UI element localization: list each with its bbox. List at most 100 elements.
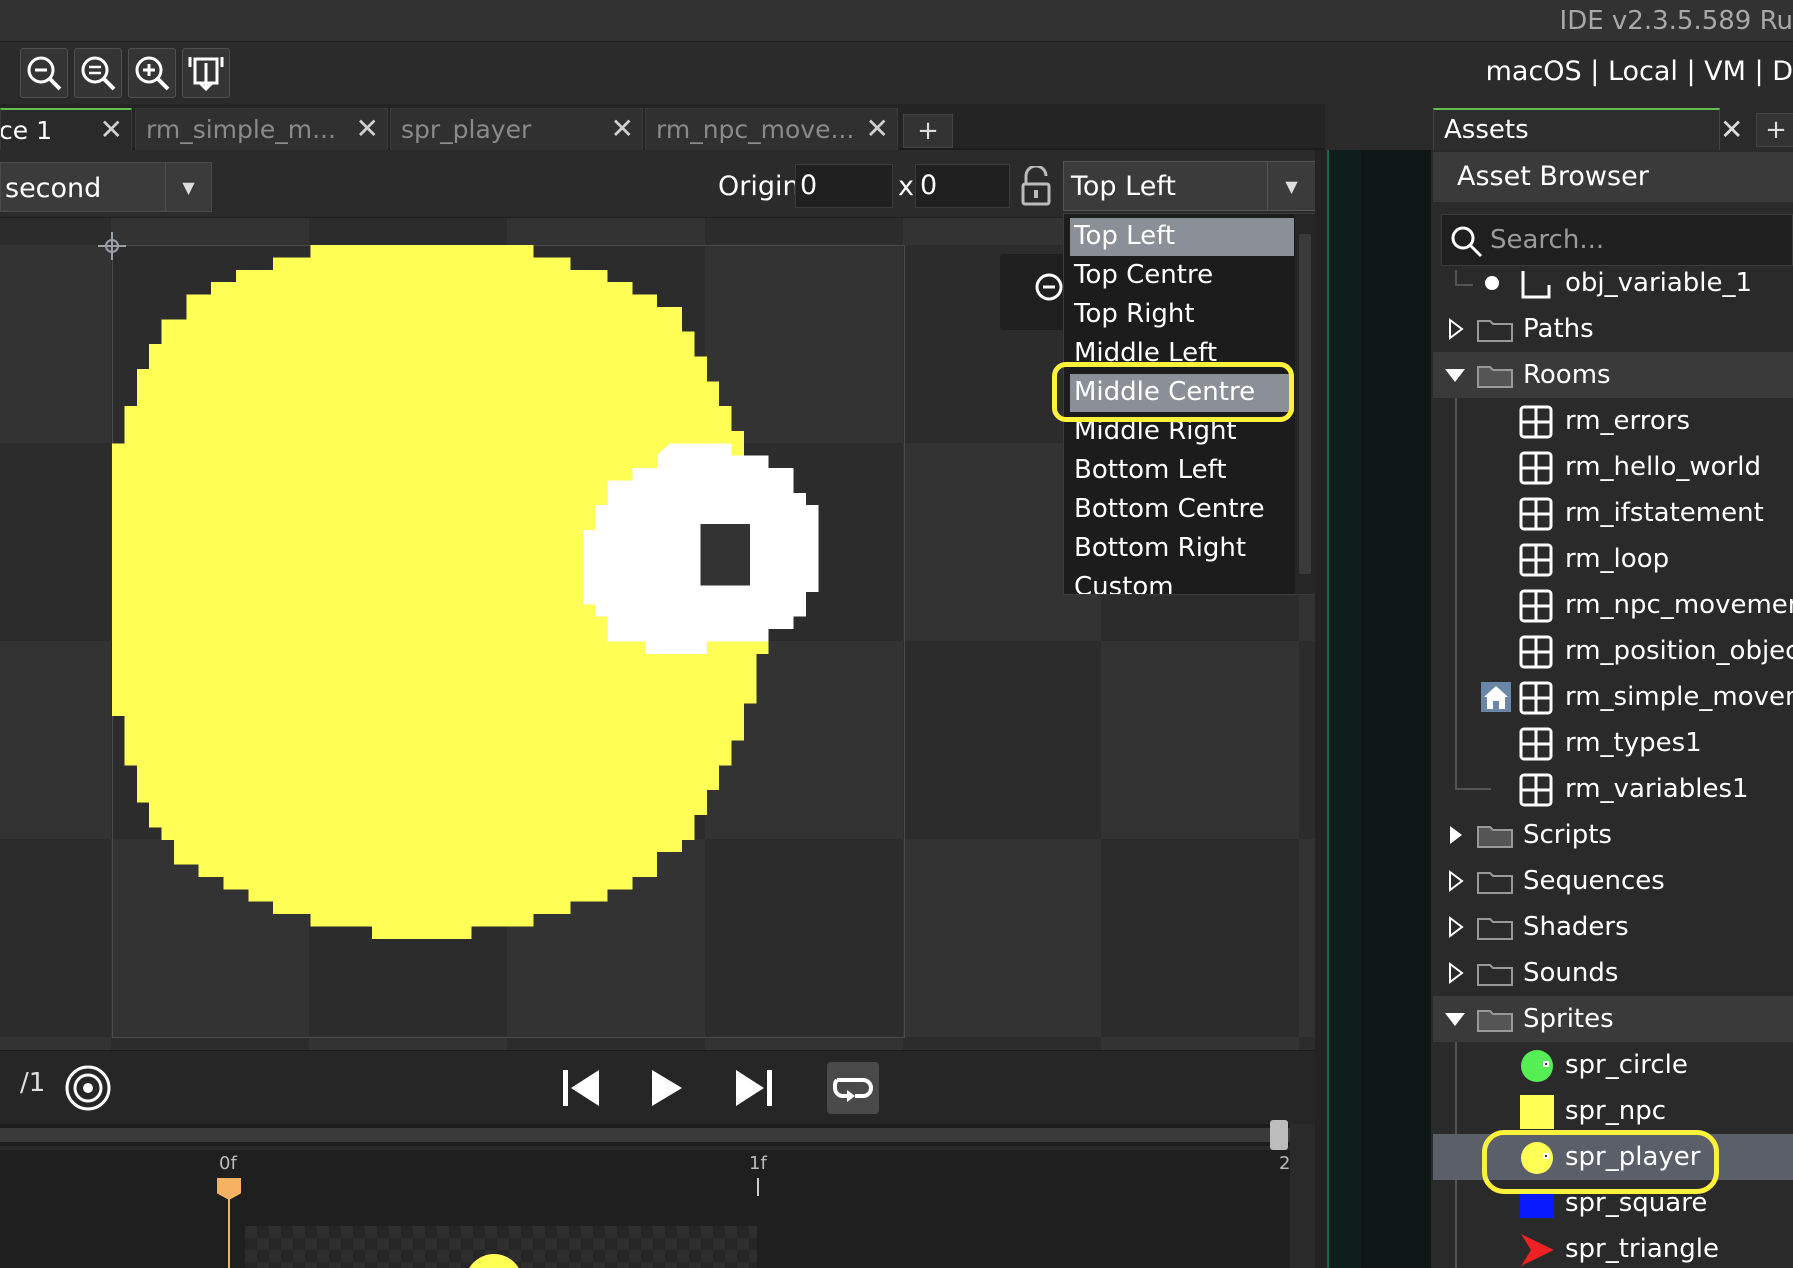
annotation-highlight [1482, 1130, 1719, 1194]
tree-folder-shaders[interactable]: Shaders [1433, 904, 1793, 950]
zoom-out-button[interactable] [20, 48, 68, 98]
tab-label: spr_player [401, 115, 532, 144]
close-icon[interactable]: ✕ [611, 112, 634, 145]
close-icon[interactable]: ✕ [1720, 113, 1743, 146]
tab-sequence[interactable]: ce 1 ✕ [0, 108, 132, 150]
tree-item-obj-variable-1[interactable]: obj_variable_1 [1433, 260, 1793, 306]
tree-folder-paths[interactable]: Paths [1433, 306, 1793, 352]
fit-icon [188, 57, 224, 92]
search-input[interactable] [1490, 219, 1790, 261]
ide-version-text: IDE v2.3.5.589 Ru [1559, 6, 1793, 36]
zoom-reset-button[interactable] [74, 48, 122, 98]
loop-icon[interactable] [827, 1062, 879, 1114]
home-icon [1481, 682, 1511, 712]
tree-item-label: spr_circle [1565, 1050, 1688, 1080]
origin-option-bottom-left[interactable]: Bottom Left [1070, 452, 1294, 490]
scrollbar-thumb[interactable] [1299, 234, 1311, 574]
origin-option-top-left[interactable]: Top Left [1070, 218, 1294, 256]
skip-start-icon[interactable] [555, 1062, 607, 1114]
folder-icon [1477, 872, 1513, 894]
room-icon [1519, 543, 1553, 577]
panel-divider[interactable] [1315, 150, 1327, 1268]
zoom-in-button[interactable] [128, 48, 176, 98]
asset-search[interactable] [1441, 214, 1793, 266]
tree-folder-sequences[interactable]: Sequences [1433, 858, 1793, 904]
tree-item-label: Scripts [1523, 820, 1612, 850]
chevron-right-icon[interactable] [1443, 823, 1467, 847]
onion-skin-icon[interactable] [62, 1062, 114, 1114]
timeline-tick-2: 2 [1279, 1153, 1291, 1174]
sprite-player-image[interactable] [112, 245, 905, 1038]
origin-x-field[interactable]: 0 [795, 164, 893, 208]
tree-item-rm-ifstatement[interactable]: rm_ifstatement [1433, 490, 1793, 536]
chevron-right-icon[interactable] [1443, 915, 1467, 939]
frame-count-text: /1 [20, 1068, 46, 1098]
chevron-down-icon[interactable]: ▼ [1267, 162, 1315, 210]
title-bar: IDE v2.3.5.589 Ru [0, 0, 1793, 42]
timeline-scrollbar[interactable] [0, 1124, 1290, 1146]
chevron-down-icon[interactable] [1443, 1007, 1467, 1031]
chevron-right-icon[interactable] [1443, 869, 1467, 893]
object-icon [1521, 271, 1551, 299]
origin-option-bottom-centre[interactable]: Bottom Centre [1070, 491, 1294, 529]
origin-crosshair-icon[interactable] [98, 232, 126, 260]
close-icon[interactable]: ✕ [100, 113, 123, 146]
frame-select[interactable]: second ▼ [0, 162, 212, 212]
chevron-down-icon[interactable] [1443, 363, 1467, 387]
tree-item-rm-position-object[interactable]: rm_position_object [1433, 628, 1793, 674]
tree-folder-scripts[interactable]: Scripts [1433, 812, 1793, 858]
play-icon[interactable] [640, 1062, 692, 1114]
sprite-green-circle-icon [1521, 1050, 1553, 1082]
tree-item-rm-loop[interactable]: rm_loop [1433, 536, 1793, 582]
unlock-icon[interactable] [1018, 166, 1054, 208]
fit-button[interactable] [182, 48, 230, 98]
origin-option-bottom-right[interactable]: Bottom Right [1070, 530, 1294, 568]
target-platform-text[interactable]: macOS | Local | VM | D [1486, 56, 1793, 87]
tree-folder-sprites[interactable]: Sprites [1433, 996, 1793, 1042]
add-tab-button[interactable]: + [1756, 113, 1793, 147]
tree-item-rm-variables1[interactable]: rm_variables1 [1433, 766, 1793, 812]
room-icon [1519, 681, 1553, 715]
annotation-highlight [1052, 362, 1294, 422]
asset-browser-header: Asset Browser [1433, 152, 1793, 202]
origin-option-top-centre[interactable]: Top Centre [1070, 257, 1294, 295]
room-icon [1519, 727, 1553, 761]
dropdown-scrollbar[interactable] [1295, 214, 1315, 594]
tree-item-rm-npc-movement[interactable]: rm_npc_movement [1433, 582, 1793, 628]
skip-end-icon[interactable] [728, 1062, 780, 1114]
origin-y-field[interactable]: 0 [915, 164, 1010, 208]
tree-item-rm-types1[interactable]: rm_types1 [1433, 720, 1793, 766]
canvas-zoom-widget[interactable] [1000, 254, 1072, 330]
tab-rm-simple-movement[interactable]: rm_simple_m... ✕ [135, 108, 388, 150]
add-tab-button[interactable]: + [903, 114, 953, 148]
room-icon [1519, 451, 1553, 485]
tree-item-rm-errors[interactable]: rm_errors [1433, 398, 1793, 444]
tab-assets[interactable]: Assets ✕ [1433, 108, 1743, 150]
origin-option-top-right[interactable]: Top Right [1070, 296, 1294, 334]
tree-folder-rooms[interactable]: Rooms [1433, 352, 1793, 398]
sprite-pupil [700, 523, 751, 586]
tab-spr-player[interactable]: spr_player ✕ [390, 108, 643, 150]
origin-select[interactable]: Top Left ▼ [1063, 161, 1316, 211]
close-icon[interactable]: ✕ [356, 112, 379, 145]
tree-item-spr-circle[interactable]: spr_circle [1433, 1042, 1793, 1088]
tree-item-spr-npc[interactable]: spr_npc [1433, 1088, 1793, 1134]
chevron-right-icon[interactable] [1443, 317, 1467, 341]
tab-rm-npc-movement[interactable]: rm_npc_move... ✕ [645, 108, 898, 150]
tree-item-rm-simple-movement[interactable]: rm_simple_movem [1433, 674, 1793, 720]
playhead-line [228, 1196, 230, 1268]
tree-folder-sounds[interactable]: Sounds [1433, 950, 1793, 996]
chevron-right-icon[interactable] [1443, 961, 1467, 985]
zoom-reset-icon [81, 56, 116, 91]
tree-item-spr-triangle[interactable]: spr_triangle [1433, 1226, 1793, 1268]
object-dot-icon [1485, 276, 1499, 290]
close-icon[interactable]: ✕ [866, 112, 889, 145]
tree-item-label: Paths [1523, 314, 1594, 344]
chevron-down-icon[interactable]: ▼ [165, 163, 211, 211]
tree-item-label: rm_types1 [1565, 728, 1702, 758]
room-icon [1519, 589, 1553, 623]
tree-item-rm-hello-world[interactable]: rm_hello_world [1433, 444, 1793, 490]
origin-option-custom[interactable]: Custom [1070, 569, 1294, 594]
tree-item-label: obj_variable_1 [1565, 268, 1753, 298]
timeline-scroll-handle[interactable] [1270, 1120, 1288, 1150]
